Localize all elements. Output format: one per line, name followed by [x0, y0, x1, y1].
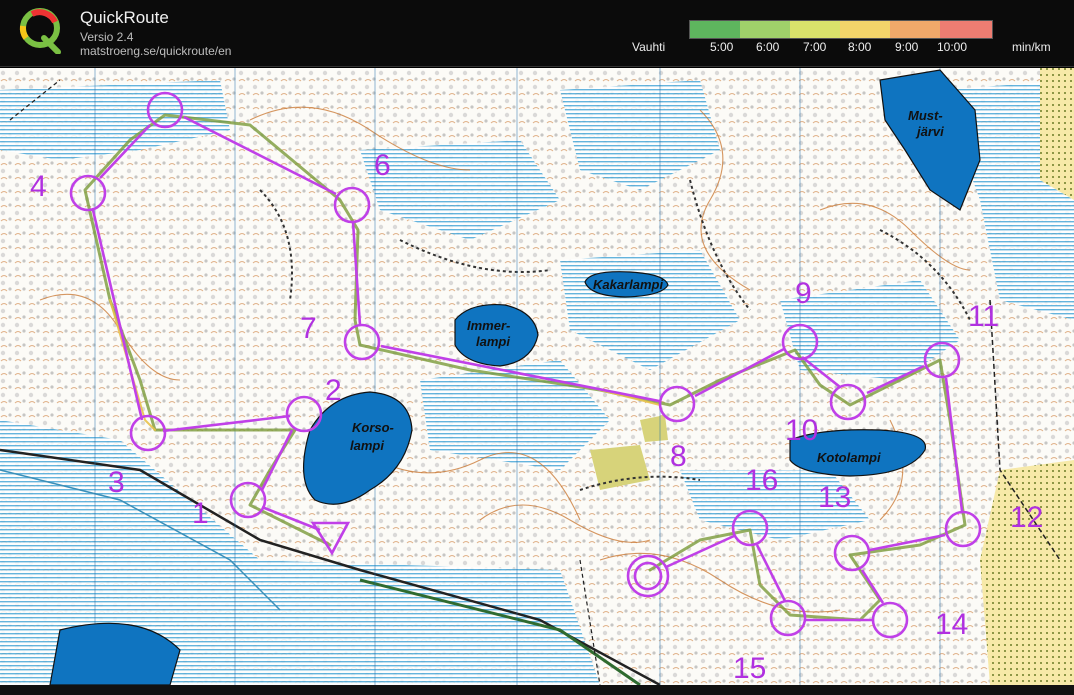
- legend-segment: [890, 21, 940, 38]
- pace-legend-unit: min/km: [1012, 40, 1051, 54]
- map-canvas[interactable]: Must-järvi Kakarlampi Immer-lampi Korso-…: [0, 68, 1074, 685]
- legend-segment: [740, 21, 790, 38]
- control-number-14: 14: [935, 608, 968, 641]
- control-number-15: 15: [733, 652, 766, 685]
- legend-segment: [690, 21, 740, 38]
- legend-tick: 9:00: [895, 40, 919, 54]
- legend-tick: 7:00: [803, 40, 827, 54]
- legend-tick: 8:00: [848, 40, 872, 54]
- app-title: QuickRoute: [80, 8, 169, 27]
- control-number-8: 8: [670, 440, 687, 473]
- legend-segment: [790, 21, 840, 38]
- control-number-1: 1: [192, 497, 209, 530]
- lake-label-kotolampi: Kotolampi: [817, 450, 881, 465]
- quickroute-logo-icon: [19, 8, 61, 54]
- control-number-3: 3: [108, 466, 125, 499]
- control-number-7: 7: [300, 312, 317, 345]
- control-number-16: 16: [745, 464, 778, 497]
- legend-tick: 6:00: [756, 40, 780, 54]
- lake-label-kakarlampi: Kakarlampi: [593, 277, 663, 292]
- app-version: Versio 2.4: [80, 30, 134, 44]
- control-number-2: 2: [325, 374, 342, 407]
- pace-legend-gradient: [689, 20, 993, 39]
- legend-segment: [940, 21, 992, 38]
- control-number-12: 12: [1010, 501, 1043, 534]
- control-number-13: 13: [818, 481, 851, 514]
- bottom-border: [0, 685, 1074, 695]
- control-number-11: 11: [968, 300, 999, 333]
- legend-tick: 5:00: [710, 40, 734, 54]
- orienteering-map[interactable]: Must-järvi Kakarlampi Immer-lampi Korso-…: [0, 68, 1074, 685]
- control-number-10: 10: [785, 414, 818, 447]
- app-header: QuickRoute Versio 2.4 matstroeng.se/quic…: [0, 0, 1074, 67]
- control-number-6: 6: [374, 149, 391, 182]
- legend-tick: 10:00: [937, 40, 968, 54]
- pace-legend-label: Vauhti: [632, 40, 666, 54]
- legend-segment: [840, 21, 890, 38]
- control-number-4: 4: [30, 170, 47, 203]
- control-number-9: 9: [795, 277, 812, 310]
- app-url[interactable]: matstroeng.se/quickroute/en: [80, 44, 231, 58]
